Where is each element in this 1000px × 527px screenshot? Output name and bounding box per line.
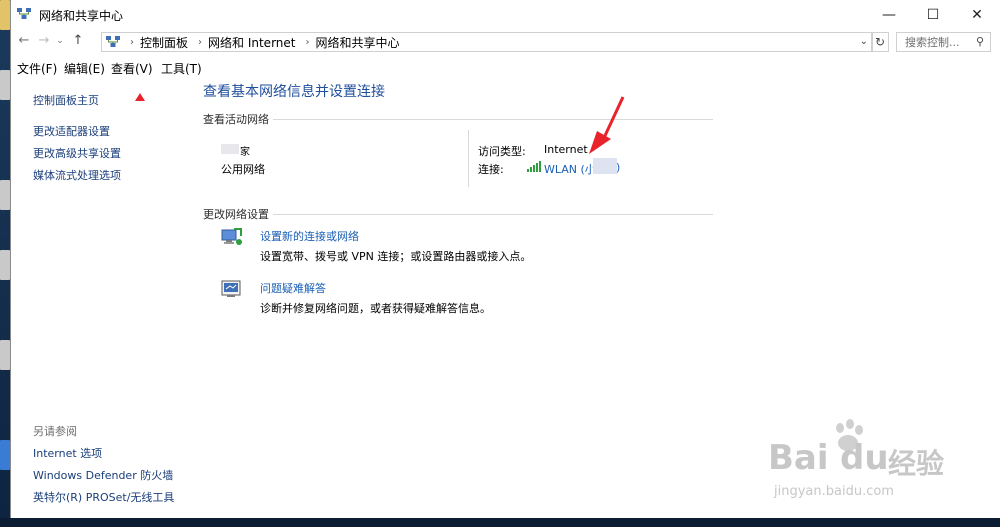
watermark-brand: Bai [768,438,829,478]
refresh-icon[interactable]: ↻ [871,32,889,52]
divider [468,130,469,187]
menu-file[interactable]: 文件(F) [17,60,57,77]
search-icon: ⚲ [975,35,984,48]
search-placeholder: 搜索控制... [905,36,960,49]
control-panel-home-link[interactable]: 控制面板主页 [33,92,99,108]
chevron-right-icon[interactable]: › [198,37,202,48]
divider [273,214,713,215]
breadcrumb-control-panel[interactable]: 控制面板 [140,34,188,51]
back-arrow-icon[interactable]: ← [15,33,33,48]
breadcrumb-network-internet[interactable]: 网络和 Internet [208,34,295,51]
access-type-label: 访问类型: [478,145,526,158]
network-type: 公用网络 [221,163,265,176]
advanced-sharing-link[interactable]: 更改高级共享设置 [33,145,121,161]
page-title: 查看基本网络信息并设置连接 [203,84,385,100]
menu-view[interactable]: 查看(V) [111,60,153,77]
active-networks-heading: 查看活动网络 [203,113,269,126]
internet-options-link[interactable]: Internet 选项 [33,445,102,461]
taskbar-edge [0,518,1000,527]
recent-chevron-icon[interactable]: ⌄ [51,36,69,46]
troubleshoot-desc: 诊断并修复网络问题，或者获得疑难解答信息。 [260,302,491,315]
connection-label: 连接: [478,163,504,176]
wifi-signal-icon [527,161,541,172]
chevron-right-icon[interactable]: › [305,37,309,48]
maximize-button[interactable]: ☐ [911,0,955,30]
troubleshoot-link[interactable]: 问题疑难解答 [260,280,326,296]
network-icon [106,36,120,47]
desktop-icon[interactable] [0,0,10,30]
wlan-connection-link-end[interactable]: ) [616,161,620,174]
wlan-connection-link[interactable]: WLAN (小 [544,161,596,177]
windows-defender-link[interactable]: Windows Defender 防火墙 [33,467,173,483]
desktop-icon[interactable] [0,180,10,210]
network-icon [17,8,31,19]
address-row: ← → ⌄ ↑ › 控制面板 › 网络和 Internet › 网络和共享中心 … [11,30,1000,54]
divider [273,119,713,120]
left-pane: 控制面板主页 更改适配器设置 更改高级共享设置 媒体流式处理选项 另请参阅 In… [11,80,195,518]
watermark-url: jingyan.baidu.com [774,484,894,499]
up-arrow-icon[interactable]: ↑ [69,33,87,48]
desktop-icon[interactable] [0,340,10,370]
breadcrumb-network-sharing[interactable]: 网络和共享中心 [315,34,399,51]
desktop-icon[interactable] [0,440,10,470]
redacted-network-name [221,144,239,154]
see-also-heading: 另请参阅 [33,425,77,438]
redacted-ssid [593,158,617,174]
menu-tools[interactable]: 工具(T) [161,60,202,77]
baidu-jingyan-watermark: Bai du 经验 jingyan.baidu.com [768,418,948,508]
adapter-settings-link[interactable]: 更改适配器设置 [33,123,110,139]
desktop-background [0,0,10,527]
close-button[interactable]: ✕ [955,0,999,30]
menu-bar: 文件(F) 编辑(E) 查看(V) 工具(T) [11,58,1000,78]
watermark-brand-2: du [840,438,889,478]
chevron-down-icon[interactable]: ⌄ [860,36,868,47]
change-settings-heading: 更改网络设置 [203,208,269,221]
control-panel-window: 网络和共享中心 — ☐ ✕ ← → ⌄ ↑ › 控制面板 › 网络和 Inter… [10,0,1000,518]
search-input[interactable]: 搜索控制... ⚲ [896,32,991,52]
setup-connection-link[interactable]: 设置新的连接或网络 [260,228,359,244]
menu-edit[interactable]: 编辑(E) [64,60,105,77]
title-bar[interactable]: 网络和共享中心 — ☐ ✕ [11,0,1000,30]
media-streaming-link[interactable]: 媒体流式处理选项 [33,167,121,183]
troubleshoot-icon [221,280,241,297]
network-name: 家 [240,147,250,158]
intel-proset-link[interactable]: 英特尔(R) PROSet/无线工具 [33,489,174,505]
desktop-icon[interactable] [0,70,10,100]
setup-connection-icon [221,228,242,245]
setup-connection-desc: 设置宽带、拨号或 VPN 连接；或设置路由器或接入点。 [260,250,532,263]
watermark-cn: 经验 [888,447,945,480]
desktop-icon[interactable] [0,250,10,280]
window-title: 网络和共享中心 [39,9,124,23]
red-marker-icon [135,93,145,101]
address-bar[interactable]: › 控制面板 › 网络和 Internet › 网络和共享中心 ⌄ [101,32,873,52]
access-type-value: Internet [544,143,588,156]
minimize-button[interactable]: — [867,0,911,30]
chevron-right-icon[interactable]: › [130,37,134,48]
